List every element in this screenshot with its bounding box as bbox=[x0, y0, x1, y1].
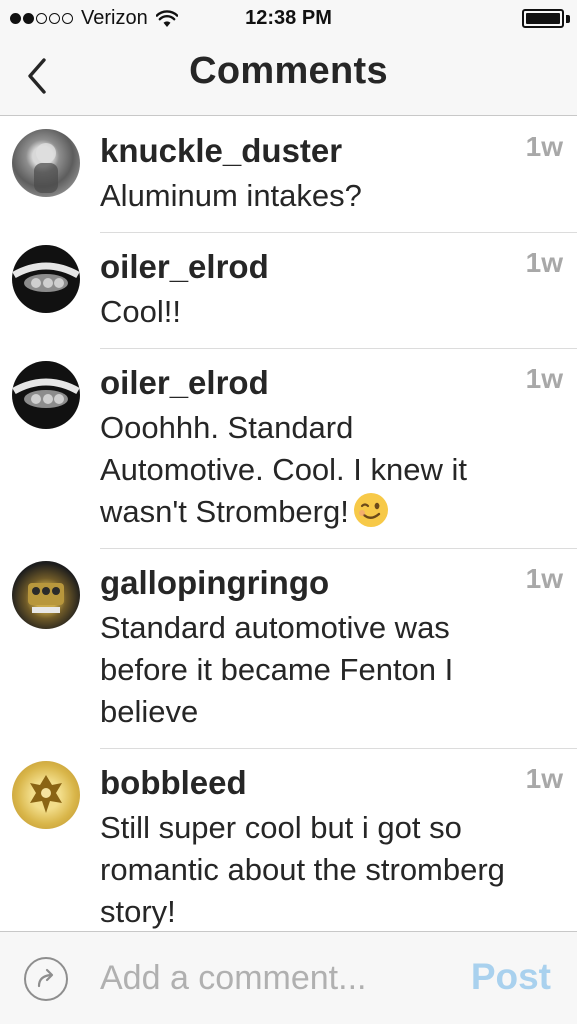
comment-text-content: Ooohhh. Standard Automotive. Cool. I kne… bbox=[100, 410, 467, 529]
comment-text: Standard automotive was before it became… bbox=[100, 610, 454, 729]
comment-username[interactable]: bobbleed bbox=[100, 763, 517, 803]
share-button[interactable] bbox=[24, 957, 68, 1001]
comment-item: oiler_elrod Cool!! 1w bbox=[0, 233, 577, 349]
comment-input[interactable] bbox=[100, 954, 440, 1002]
comments-list[interactable]: knuckle_duster Aluminum intakes? 1w oile… bbox=[0, 117, 577, 931]
winking-face-icon bbox=[353, 493, 388, 527]
comment-text: Aluminum intakes? bbox=[100, 178, 362, 213]
page-title: Comments bbox=[189, 50, 388, 92]
comment-username[interactable]: knuckle_duster bbox=[100, 131, 517, 171]
battery-icon bbox=[522, 9, 564, 28]
post-button[interactable]: Post bbox=[471, 956, 551, 998]
avatar[interactable] bbox=[12, 761, 80, 829]
avatar-image bbox=[30, 775, 62, 813]
comment-item: bobbleed Still super cool but i got so r… bbox=[0, 749, 577, 931]
comment-text: Cool!! bbox=[100, 294, 181, 329]
comment-composer: Post bbox=[0, 931, 577, 1024]
comment-item: knuckle_duster Aluminum intakes? 1w bbox=[0, 117, 577, 233]
comment-text: Ooohhh. Standard Automotive. Cool. I kne… bbox=[100, 407, 517, 533]
comment-username[interactable]: oiler_elrod bbox=[100, 247, 517, 287]
avatar-image bbox=[12, 378, 80, 408]
navigation-bar: Comments bbox=[0, 36, 577, 116]
battery-tip bbox=[566, 15, 570, 23]
comment-time: 1w bbox=[525, 247, 563, 278]
avatar[interactable] bbox=[12, 361, 80, 429]
avatar[interactable] bbox=[12, 129, 80, 197]
comment-time: 1w bbox=[525, 131, 563, 162]
avatar[interactable] bbox=[12, 245, 80, 313]
status-time: 12:38 PM bbox=[245, 7, 332, 29]
avatar-image bbox=[34, 143, 58, 193]
comment-time: 1w bbox=[525, 363, 563, 394]
comment-time: 1w bbox=[525, 563, 563, 594]
avatar-image bbox=[28, 583, 64, 613]
comment-text: Still super cool but i got so romantic a… bbox=[100, 810, 505, 929]
comment-item: oiler_elrod Ooohhh. Standard Automotive.… bbox=[0, 349, 577, 549]
status-bar: Verizon 12:38 PM bbox=[0, 0, 577, 36]
comment-item: gallopingringo Standard automotive was b… bbox=[0, 549, 577, 749]
share-arrow-icon bbox=[37, 968, 54, 988]
comment-time: 1w bbox=[525, 763, 563, 794]
avatar-image bbox=[12, 262, 80, 292]
comment-username[interactable]: gallopingringo bbox=[100, 563, 517, 603]
comment-username[interactable]: oiler_elrod bbox=[100, 363, 517, 403]
avatar[interactable] bbox=[12, 561, 80, 629]
